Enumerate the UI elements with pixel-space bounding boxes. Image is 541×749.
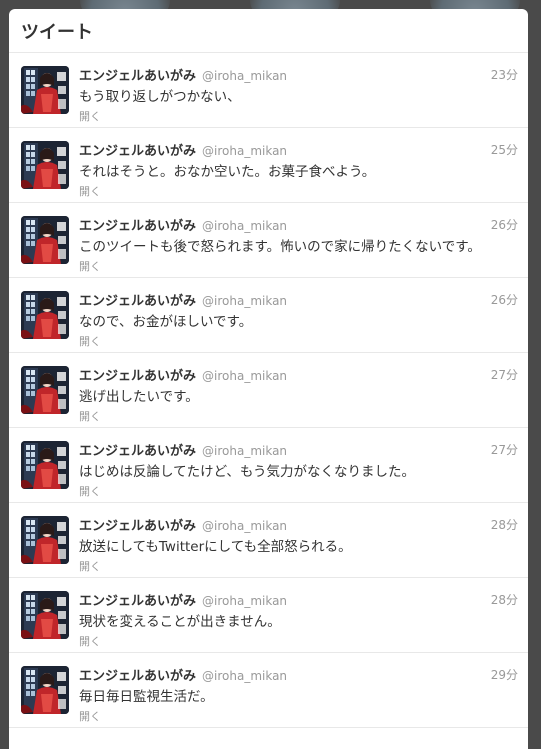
tweet-text: それはそうと。おなか空いた。お菓子食べよう。 bbox=[79, 164, 376, 180]
avatar-image bbox=[21, 216, 69, 264]
tweet-item[interactable]: エンジェルあいがみ @iroha_mikan 28分 放送にしてもTwitter… bbox=[9, 503, 528, 578]
user-handle[interactable]: @iroha_mikan bbox=[202, 669, 287, 683]
user-handle[interactable]: @iroha_mikan bbox=[202, 219, 287, 233]
user-name[interactable]: エンジェルあいがみ bbox=[79, 440, 196, 459]
avatar[interactable] bbox=[21, 666, 69, 714]
tweet-item[interactable]: エンジェルあいがみ @iroha_mikan 27分 逃げ出したいです。 開く bbox=[9, 353, 528, 428]
tweet-content: エンジェルあいがみ @iroha_mikan 28分 現状を変えることが出きませ… bbox=[79, 590, 518, 649]
open-tweet-link[interactable]: 開く bbox=[79, 633, 518, 649]
avatar[interactable] bbox=[21, 591, 69, 639]
tweet-timestamp[interactable]: 23分 bbox=[491, 66, 518, 83]
user-name[interactable]: エンジェルあいがみ bbox=[79, 665, 196, 684]
panel-title: ツイート bbox=[21, 21, 93, 43]
tweet-text: 現状を変えることが出きません。 bbox=[79, 614, 281, 630]
avatar-image bbox=[21, 291, 69, 339]
open-tweet-link[interactable]: 開く bbox=[79, 558, 518, 574]
avatar[interactable] bbox=[21, 66, 69, 114]
user-name[interactable]: エンジェルあいがみ bbox=[79, 215, 196, 234]
tweet-content: エンジェルあいがみ @iroha_mikan 23分 もう取り返しがつかない、 … bbox=[79, 65, 518, 124]
tweets-panel: ツイート エンジェルあいがみ @iroha_mikan 23分 もう取り返しがつ… bbox=[9, 9, 528, 749]
tweet-header: エンジェルあいがみ @iroha_mikan 26分 bbox=[79, 290, 518, 309]
avatar-image bbox=[21, 141, 69, 189]
tweet-content: エンジェルあいがみ @iroha_mikan 25分 それはそうと。おなか空いた… bbox=[79, 140, 518, 199]
tweet-timestamp[interactable]: 28分 bbox=[491, 591, 518, 608]
tweet-content: エンジェルあいがみ @iroha_mikan 27分 はじめは反論してたけど、も… bbox=[79, 440, 518, 499]
tweet-content: エンジェルあいがみ @iroha_mikan 27分 逃げ出したいです。 開く bbox=[79, 365, 518, 424]
tweet-content: エンジェルあいがみ @iroha_mikan 26分 このツイートも後で怒られま… bbox=[79, 215, 518, 274]
user-name[interactable]: エンジェルあいがみ bbox=[79, 290, 196, 309]
tweet-content: エンジェルあいがみ @iroha_mikan 29分 毎日毎日監視生活だ。 開く bbox=[79, 665, 518, 724]
tweet-list: エンジェルあいがみ @iroha_mikan 23分 もう取り返しがつかない、 … bbox=[9, 53, 528, 728]
tweet-text: はじめは反論してたけど、もう気力がなくなりました。 bbox=[79, 464, 416, 480]
open-tweet-link[interactable]: 開く bbox=[79, 108, 518, 124]
open-tweet-link[interactable]: 開く bbox=[79, 333, 518, 349]
tweet-header: エンジェルあいがみ @iroha_mikan 27分 bbox=[79, 365, 518, 384]
tweet-text: 毎日毎日監視生活だ。 bbox=[79, 689, 214, 705]
tweet-item[interactable]: エンジェルあいがみ @iroha_mikan 27分 はじめは反論してたけど、も… bbox=[9, 428, 528, 503]
user-name[interactable]: エンジェルあいがみ bbox=[79, 140, 196, 159]
tweet-timestamp[interactable]: 26分 bbox=[491, 216, 518, 233]
tweet-timestamp[interactable]: 27分 bbox=[491, 366, 518, 383]
tweet-timestamp[interactable]: 25分 bbox=[491, 141, 518, 158]
tweet-header: エンジェルあいがみ @iroha_mikan 29分 bbox=[79, 665, 518, 684]
tweet-item[interactable]: エンジェルあいがみ @iroha_mikan 29分 毎日毎日監視生活だ。 開く bbox=[9, 653, 528, 728]
avatar-image bbox=[21, 666, 69, 714]
user-name[interactable]: エンジェルあいがみ bbox=[79, 65, 196, 84]
tweet-timestamp[interactable]: 26分 bbox=[491, 291, 518, 308]
avatar[interactable] bbox=[21, 141, 69, 189]
tweet-header: エンジェルあいがみ @iroha_mikan 26分 bbox=[79, 215, 518, 234]
user-handle[interactable]: @iroha_mikan bbox=[202, 69, 287, 83]
tweet-text: もう取り返しがつかない、 bbox=[79, 89, 241, 105]
user-handle[interactable]: @iroha_mikan bbox=[202, 144, 287, 158]
open-tweet-link[interactable]: 開く bbox=[79, 258, 518, 274]
user-name[interactable]: エンジェルあいがみ bbox=[79, 515, 196, 534]
tweet-text: なので、お金がほしいです。 bbox=[79, 314, 253, 330]
user-handle[interactable]: @iroha_mikan bbox=[202, 294, 287, 308]
tweet-text: このツイートも後で怒られます。怖いので家に帰りたくないです。 bbox=[79, 239, 481, 255]
tweet-text: 放送にしてもTwitterにしても全部怒られる。 bbox=[79, 539, 352, 555]
tweet-item[interactable]: エンジェルあいがみ @iroha_mikan 23分 もう取り返しがつかない、 … bbox=[9, 53, 528, 128]
tweet-item[interactable]: エンジェルあいがみ @iroha_mikan 26分 このツイートも後で怒られま… bbox=[9, 203, 528, 278]
avatar[interactable] bbox=[21, 291, 69, 339]
avatar-image bbox=[21, 441, 69, 489]
tweet-timestamp[interactable]: 27分 bbox=[491, 441, 518, 458]
avatar[interactable] bbox=[21, 366, 69, 414]
tweet-header: エンジェルあいがみ @iroha_mikan 27分 bbox=[79, 440, 518, 459]
user-handle[interactable]: @iroha_mikan bbox=[202, 444, 287, 458]
open-tweet-link[interactable]: 開く bbox=[79, 408, 518, 424]
user-handle[interactable]: @iroha_mikan bbox=[202, 594, 287, 608]
tweet-header: エンジェルあいがみ @iroha_mikan 28分 bbox=[79, 515, 518, 534]
user-name[interactable]: エンジェルあいがみ bbox=[79, 590, 196, 609]
tweet-text: 逃げ出したいです。 bbox=[79, 389, 199, 405]
user-handle[interactable]: @iroha_mikan bbox=[202, 369, 287, 383]
tweet-item[interactable]: エンジェルあいがみ @iroha_mikan 28分 現状を変えることが出きませ… bbox=[9, 578, 528, 653]
tweet-timestamp[interactable]: 28分 bbox=[491, 516, 518, 533]
avatar[interactable] bbox=[21, 516, 69, 564]
tweet-header: エンジェルあいがみ @iroha_mikan 25分 bbox=[79, 140, 518, 159]
tweet-content: エンジェルあいがみ @iroha_mikan 28分 放送にしてもTwitter… bbox=[79, 515, 518, 574]
tweet-item[interactable]: エンジェルあいがみ @iroha_mikan 26分 なので、お金がほしいです。… bbox=[9, 278, 528, 353]
user-handle[interactable]: @iroha_mikan bbox=[202, 519, 287, 533]
avatar-image bbox=[21, 366, 69, 414]
tweet-item[interactable]: エンジェルあいがみ @iroha_mikan 25分 それはそうと。おなか空いた… bbox=[9, 128, 528, 203]
avatar-image bbox=[21, 66, 69, 114]
tweet-header: エンジェルあいがみ @iroha_mikan 23分 bbox=[79, 65, 518, 84]
avatar-image bbox=[21, 516, 69, 564]
open-tweet-link[interactable]: 開く bbox=[79, 183, 518, 199]
avatar[interactable] bbox=[21, 441, 69, 489]
tweet-header: エンジェルあいがみ @iroha_mikan 28分 bbox=[79, 590, 518, 609]
tweet-timestamp[interactable]: 29分 bbox=[491, 666, 518, 683]
open-tweet-link[interactable]: 開く bbox=[79, 708, 518, 724]
panel-header: ツイート bbox=[9, 9, 528, 53]
avatar-image bbox=[21, 591, 69, 639]
avatar[interactable] bbox=[21, 216, 69, 264]
user-name[interactable]: エンジェルあいがみ bbox=[79, 365, 196, 384]
open-tweet-link[interactable]: 開く bbox=[79, 483, 518, 499]
tweet-content: エンジェルあいがみ @iroha_mikan 26分 なので、お金がほしいです。… bbox=[79, 290, 518, 349]
